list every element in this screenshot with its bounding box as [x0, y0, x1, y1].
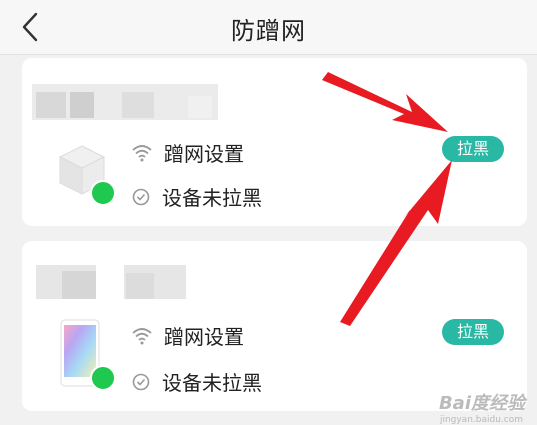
- annotation-arrow-2: [340, 160, 452, 326]
- watermark-url: jingyan.baidu.com: [439, 415, 523, 425]
- annotation-arrow-1: [322, 72, 448, 132]
- watermark-logo: Bai度经验: [438, 393, 525, 414]
- annotation-arrows: [322, 72, 452, 326]
